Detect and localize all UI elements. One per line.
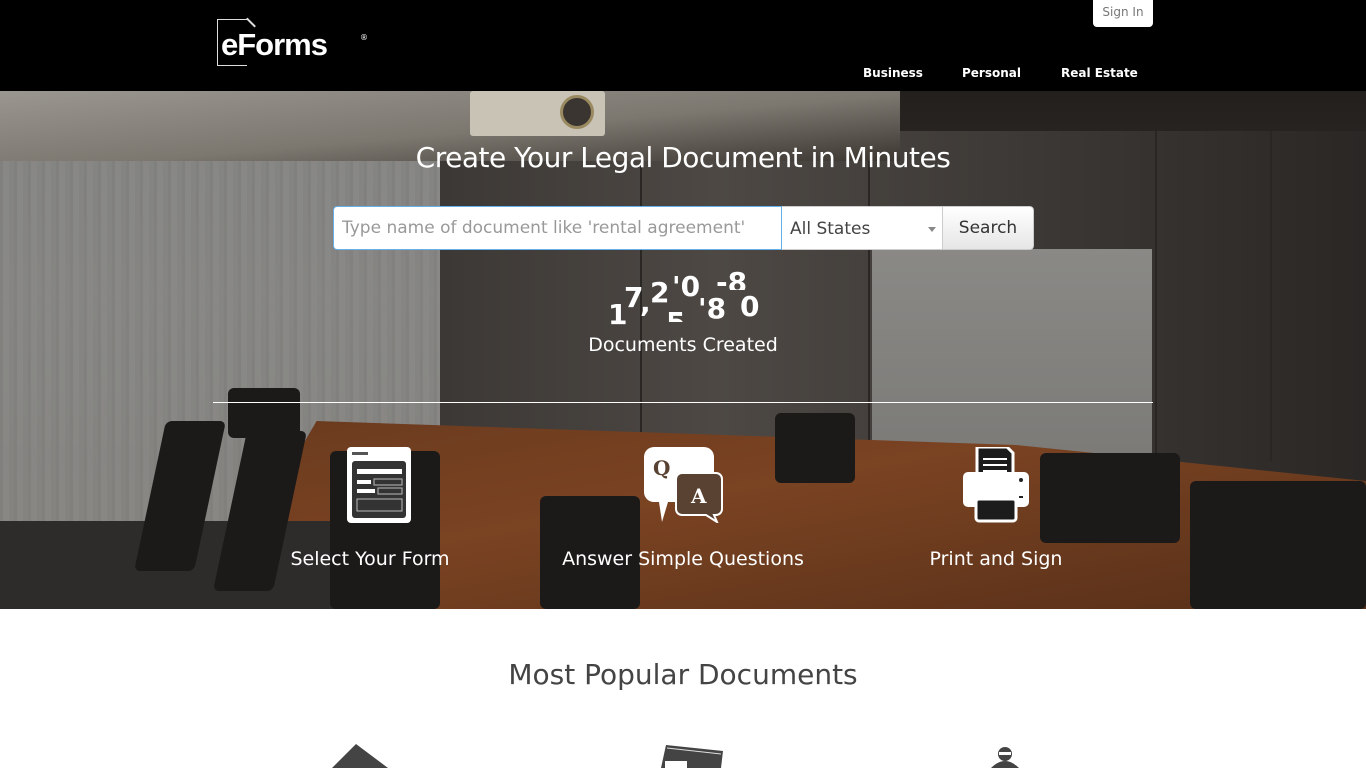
counter-digit: 2 bbox=[650, 276, 670, 309]
eforms-logo[interactable]: eForms ® bbox=[217, 19, 372, 67]
counter-digit: 0 bbox=[740, 290, 760, 323]
nav-business[interactable]: Business bbox=[863, 66, 923, 82]
counter-digit: -8 bbox=[716, 266, 748, 290]
step-label: Select Your Form bbox=[290, 548, 450, 570]
person-icon[interactable] bbox=[988, 746, 1022, 768]
nav-real-estate[interactable]: Real Estate bbox=[1061, 66, 1138, 82]
step-select-form: Select Your Form bbox=[220, 447, 520, 570]
search-form: All States Search bbox=[333, 206, 1034, 250]
sign-in-button[interactable]: Sign In bbox=[1093, 0, 1153, 27]
background-panel-line bbox=[1155, 131, 1157, 461]
step-label: Answer Simple Questions bbox=[562, 548, 804, 570]
printer-icon bbox=[955, 445, 1037, 523]
background-chair bbox=[1190, 481, 1366, 609]
counter-digit: 5 bbox=[666, 306, 685, 322]
form-icon bbox=[329, 447, 411, 523]
documents-counter: 1 7 , 2 5 '0 '8 -8 0 bbox=[600, 266, 766, 331]
counter-digit: '0 bbox=[672, 270, 701, 303]
site-header: eForms ® Sign In Business Personal Real … bbox=[0, 0, 1366, 91]
qa-chat-icon: Q A bbox=[642, 447, 724, 525]
hero-title: Create Your Legal Document in Minutes bbox=[415, 141, 951, 174]
state-select[interactable]: All States bbox=[782, 206, 942, 250]
house-icon[interactable] bbox=[332, 744, 392, 768]
background-panel-line bbox=[1270, 131, 1272, 461]
nav-personal[interactable]: Personal bbox=[962, 66, 1021, 82]
step-answer-questions: Q A Answer Simple Questions bbox=[533, 447, 833, 570]
counter-label: Documents Created bbox=[588, 334, 778, 356]
search-button[interactable]: Search bbox=[942, 206, 1034, 250]
svg-text:Q: Q bbox=[653, 456, 670, 480]
hero-section: Create Your Legal Document in Minutes Al… bbox=[0, 91, 1366, 609]
svg-text:A: A bbox=[690, 484, 707, 508]
background-panel-line bbox=[868, 131, 870, 461]
registered-mark: ® bbox=[360, 33, 368, 42]
popular-documents-title: Most Popular Documents bbox=[508, 658, 858, 691]
step-label: Print and Sign bbox=[929, 548, 1063, 570]
step-print-sign: Print and Sign bbox=[846, 445, 1146, 570]
logo-text: eForms bbox=[221, 27, 328, 62]
hero-divider bbox=[213, 402, 1153, 403]
document-stack-icon[interactable] bbox=[661, 745, 723, 768]
chevron-down-icon bbox=[928, 227, 936, 232]
counter-digit: '8 bbox=[698, 292, 727, 325]
state-select-value: All States bbox=[790, 219, 871, 239]
document-search-input[interactable] bbox=[333, 206, 782, 250]
background-projector bbox=[470, 91, 605, 136]
